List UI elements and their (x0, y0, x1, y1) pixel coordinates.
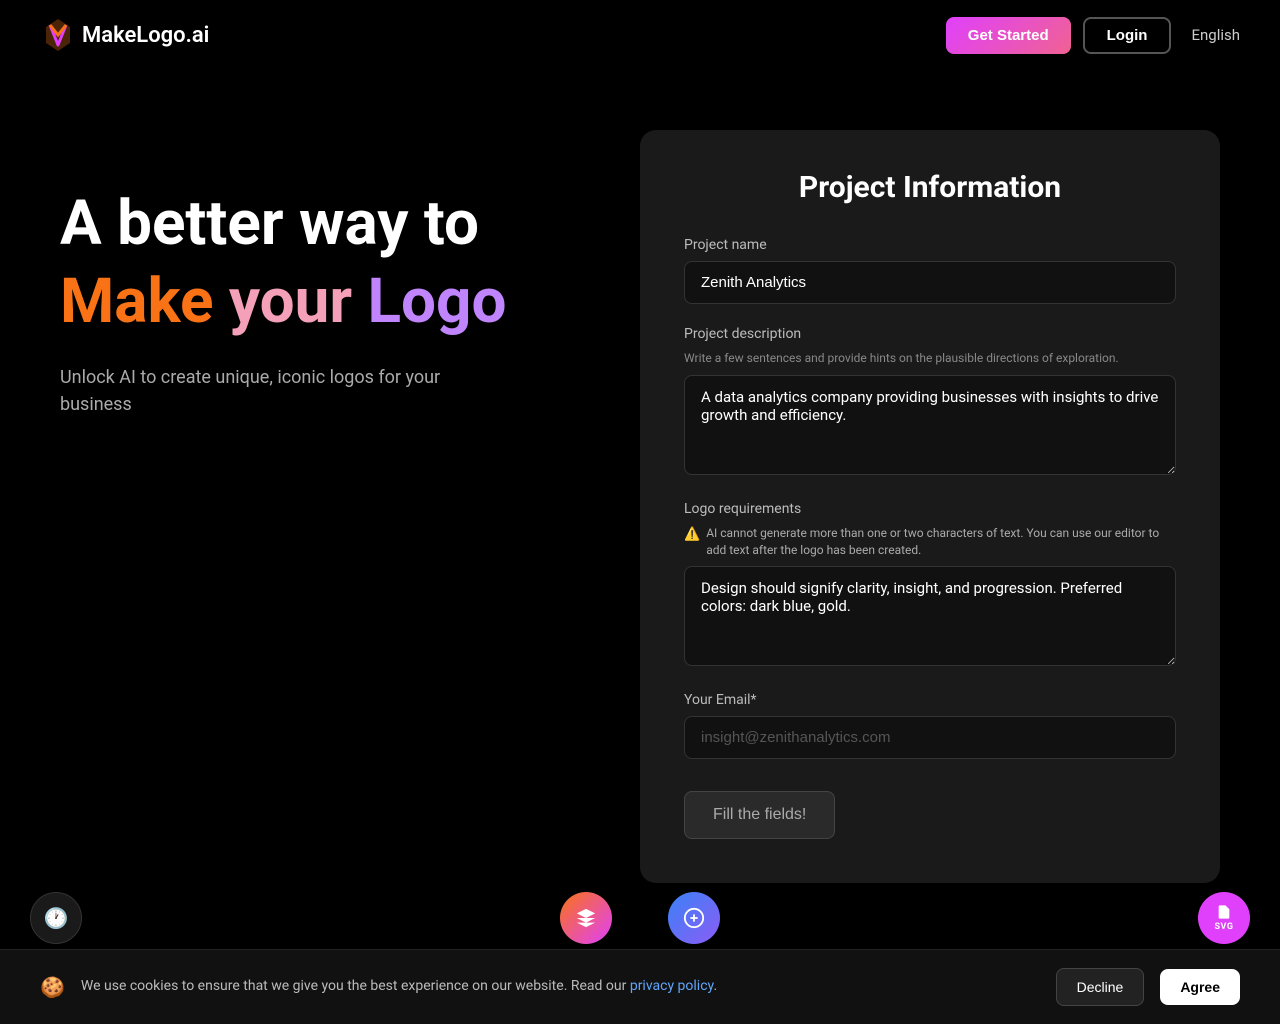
clock-fab[interactable]: 🕐 (30, 892, 82, 944)
form-title: Project Information (684, 170, 1176, 205)
cookie-text: We use cookies to ensure that we give yo… (81, 977, 1040, 997)
site-header: MakeLogo.ai Get Started Login English (0, 0, 1280, 70)
project-description-textarea[interactable] (684, 375, 1176, 475)
logo-requirements-group: Logo requirements ⚠️ AI cannot generate … (684, 501, 1176, 671)
makelogo-icon (40, 17, 76, 53)
cookie-agree-button[interactable]: Agree (1160, 969, 1240, 1005)
hero-word-logo: Logo (368, 265, 507, 338)
project-form-panel: Project Information Project name Project… (640, 130, 1220, 883)
nav-right: Get Started Login English (946, 17, 1240, 54)
submit-button[interactable]: Fill the fields! (684, 791, 835, 839)
logo-requirements-warning: ⚠️ AI cannot generate more than one or t… (684, 525, 1176, 559)
cookie-banner: 🍪 We use cookies to ensure that we give … (0, 949, 1280, 1024)
project-name-input[interactable] (684, 261, 1176, 304)
fab-center-1-icon (575, 907, 597, 929)
logo-requirements-textarea[interactable] (684, 566, 1176, 666)
warning-icon: ⚠️ (684, 526, 700, 544)
gradient-fab-1[interactable] (560, 892, 612, 944)
project-description-label: Project description (684, 326, 1176, 342)
svg-fab-label: SVG (1215, 922, 1234, 932)
hero-title-gradient: Make your Logo (60, 268, 600, 336)
hero-word-your: your (229, 265, 352, 338)
cookie-icon: 🍪 (40, 975, 65, 999)
clock-icon: 🕐 (44, 906, 69, 930)
logo-requirements-label: Logo requirements (684, 501, 1176, 517)
project-description-sublabel: Write a few sentences and provide hints … (684, 350, 1176, 367)
svg-icon (1216, 904, 1232, 920)
logo[interactable]: MakeLogo.ai (40, 17, 209, 53)
email-input[interactable] (684, 716, 1176, 759)
login-button[interactable]: Login (1083, 17, 1172, 54)
project-name-group: Project name (684, 237, 1176, 304)
left-panel: A better way to Make your Logo Unlock AI… (60, 130, 600, 418)
logo-requirements-warning-text: AI cannot generate more than one or two … (706, 525, 1176, 559)
project-description-group: Project description Write a few sentence… (684, 326, 1176, 479)
get-started-button[interactable]: Get Started (946, 17, 1071, 54)
hero-word-make: Make (60, 265, 213, 338)
main-content: A better way to Make your Logo Unlock AI… (0, 70, 1280, 943)
language-selector[interactable]: English (1191, 26, 1240, 44)
fab-center-2-icon (683, 907, 705, 929)
email-group: Your Email* (684, 692, 1176, 759)
email-label: Your Email* (684, 692, 1176, 708)
cookie-decline-button[interactable]: Decline (1056, 968, 1145, 1006)
svg-fab[interactable]: SVG (1198, 892, 1250, 944)
hero-subtitle: Unlock AI to create unique, iconic logos… (60, 364, 480, 418)
privacy-policy-link[interactable]: privacy policy (630, 978, 714, 994)
logo-text: MakeLogo.ai (82, 23, 209, 48)
project-name-label: Project name (684, 237, 1176, 253)
hero-title-line1: A better way to (60, 190, 600, 258)
gradient-fab-2[interactable] (668, 892, 720, 944)
